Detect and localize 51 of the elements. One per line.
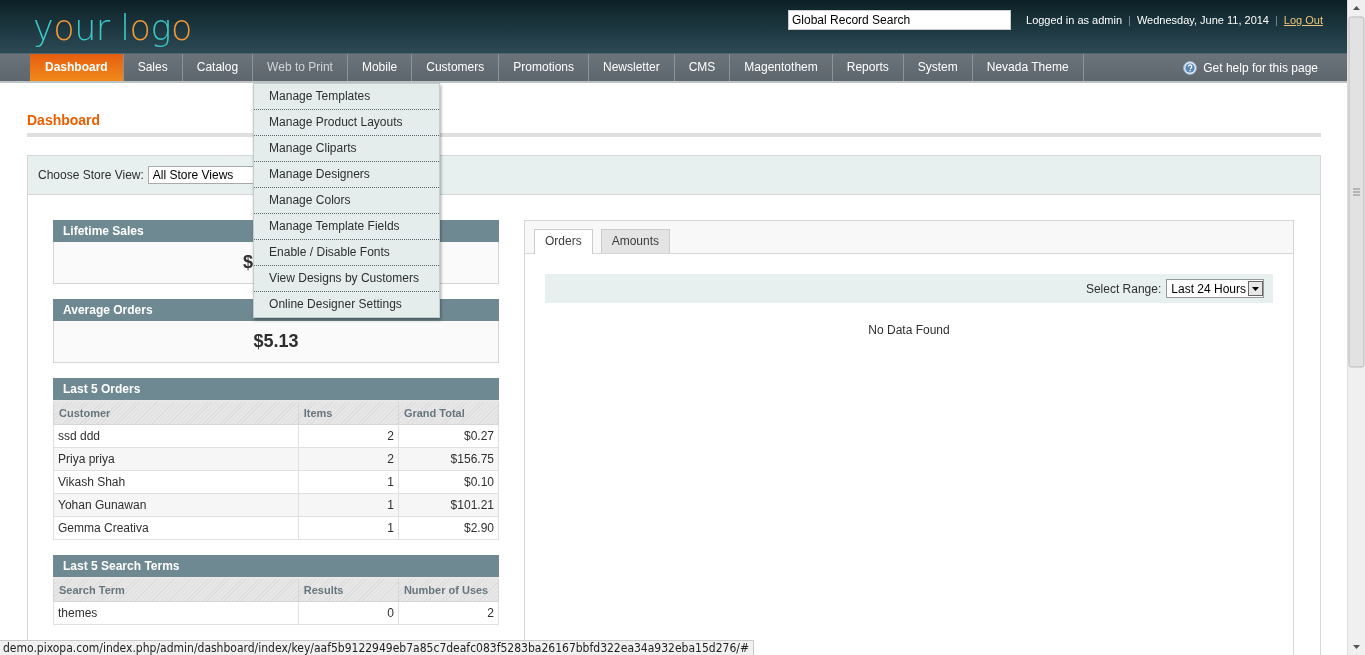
table-cell: Vikash Shah (53, 470, 299, 494)
nav-tab[interactable]: Catalog (182, 54, 253, 81)
table-cell: Gemma Creativa (53, 516, 299, 540)
range-select[interactable]: Last 24 Hours (1166, 279, 1264, 298)
table-cell: ssd ddd (53, 424, 299, 448)
table-cell: Priya priya (53, 447, 299, 471)
logout-link[interactable]: Log Out (1283, 14, 1323, 26)
nav-tab[interactable]: Customers (412, 54, 499, 81)
logo: your logo (33, 8, 192, 48)
menu-item[interactable]: View Designs by Customers (254, 266, 440, 292)
nav-tab[interactable]: Magentothem (730, 54, 832, 81)
nav-tab[interactable]: Web to Print (253, 54, 347, 81)
nav-tab[interactable]: Reports (832, 54, 903, 81)
nav-tab[interactable]: Promotions (499, 54, 588, 81)
nav-tab[interactable]: Newsletter (589, 54, 674, 81)
nav-tab[interactable]: Sales (123, 54, 182, 81)
separator: | (1128, 14, 1131, 26)
column-header: Results (298, 578, 399, 602)
table-cell: Yohan Gunawan (53, 493, 299, 517)
nav-tab[interactable]: System (903, 54, 972, 81)
separator: | (1275, 14, 1278, 26)
nav-tab[interactable]: CMS (674, 54, 730, 81)
menu-item[interactable]: Manage Template Fields (254, 214, 440, 240)
column-header: Number of Uses (398, 578, 499, 602)
date-label: Wednesday, June 11, 2014 (1136, 14, 1269, 26)
menu-item[interactable]: Manage Designers (254, 162, 440, 188)
tab[interactable]: Orders (534, 229, 593, 254)
table-title: Last 5 Search Terms (53, 555, 499, 577)
user-label: Logged in as admin (1026, 14, 1123, 26)
column-header: Customer (53, 401, 299, 425)
menu-item[interactable]: Manage Colors (254, 188, 440, 214)
nav-tab[interactable]: Mobile (347, 54, 412, 81)
nav-tab[interactable]: Nevada Theme (972, 54, 1083, 81)
search-field[interactable]: Global Record Search (788, 10, 1011, 30)
empty-message: No Data Found (867, 323, 951, 337)
menu-item[interactable]: Manage Cliparts (254, 136, 440, 162)
column-header: Grand Total (398, 401, 499, 425)
field-label: Choose Store View: (38, 168, 144, 182)
column-header: Items (298, 401, 399, 425)
column-header: Search Term (53, 578, 299, 602)
stat-value: $5.13 (53, 321, 499, 363)
status-url: demo.pixopa.com/index.php/admin/dashboard/index/key/aaf5b9122949eb7a85c7deafc083f5283ba26167bbfd322ea34a932eba15d276/# (0, 640, 754, 655)
table-cell: themes (53, 601, 299, 625)
field-label: Select Range: (1085, 281, 1162, 296)
help-link[interactable]: Get help for this page (1203, 60, 1318, 75)
menu-item[interactable]: Manage Templates (254, 84, 440, 110)
help-icon[interactable] (1183, 60, 1198, 75)
tab[interactable]: Amounts (600, 229, 671, 253)
menu-item[interactable]: Manage Product Layouts (254, 110, 440, 136)
table-title: Last 5 Orders (53, 378, 499, 400)
menu-item[interactable]: Enable / Disable Fonts (254, 240, 440, 266)
